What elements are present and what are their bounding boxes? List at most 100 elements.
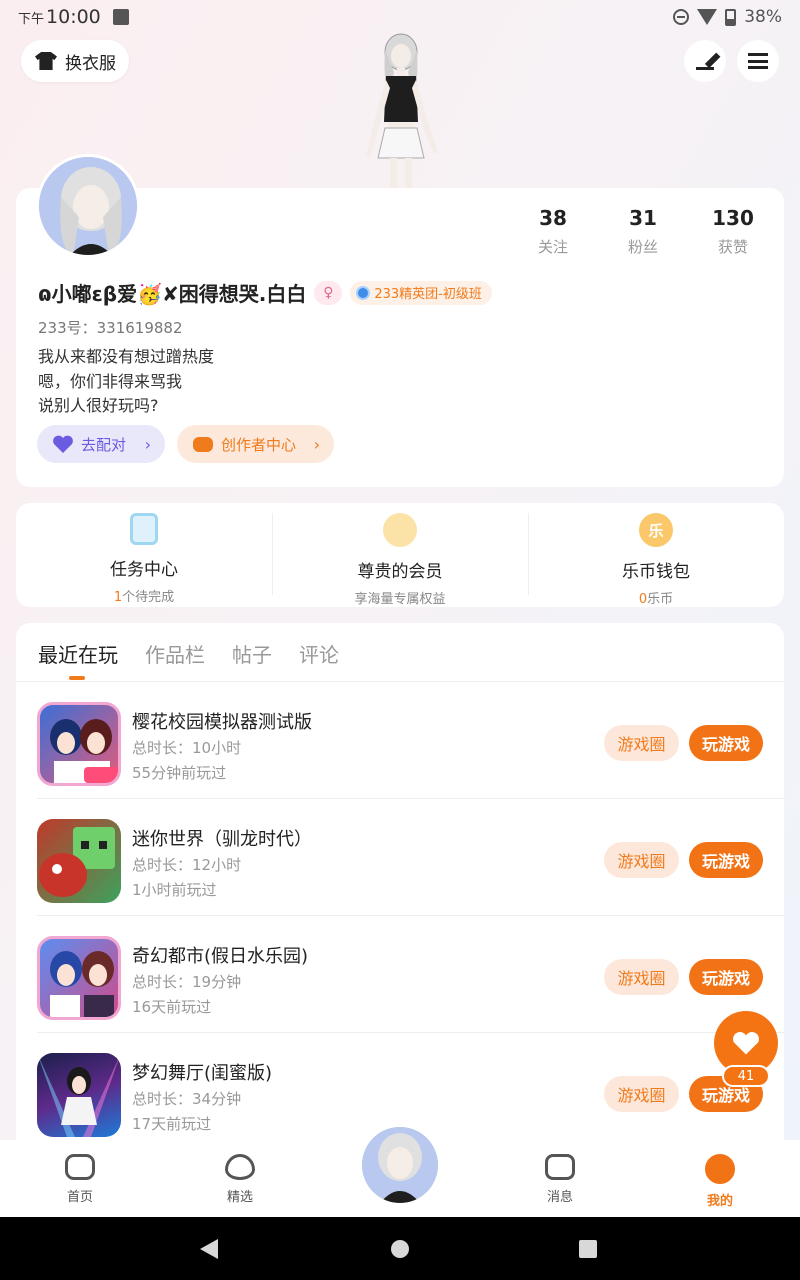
coin-wallet[interactable]: 乐 乐币钱包 0乐币 [528,503,784,607]
game-circle-button[interactable]: 游戏圈 [604,1076,679,1112]
nav-label: 精选 [226,1190,253,1205]
chevron-right-icon: › [313,434,320,454]
game-name: 樱花校园模拟器测试版 [132,712,312,733]
clipboard-icon [130,513,158,545]
game-circle-button[interactable]: 游戏圈 [604,725,679,761]
game-icon[interactable] [37,1053,121,1137]
message-icon [545,1154,575,1180]
nickname-row: ɷ小嘟ɛβ爱🥳✘困得想哭.白白 ♀ 233精英团-初级班 [38,278,492,307]
game-row[interactable]: 奇幻都市(假日水乐园) 总时长：19分钟 16天前玩过 游戏圈 玩游戏 [37,916,784,1033]
back-icon[interactable] [200,1239,218,1259]
edit-profile-button[interactable] [684,40,726,82]
creator-center-label: 创作者中心 [221,435,297,454]
bio: 我从来都没有想过蹭热度 嗯，你们非得来骂我 说别人很好玩吗? [38,345,214,419]
game-last-played: 16天前玩过 [132,998,212,1016]
status-ampm: 下午 [18,11,45,27]
game-last-played: 55分钟前玩过 [132,764,227,782]
change-outfit-label: 换衣服 [65,53,116,74]
nav-label: 消息 [546,1190,573,1205]
recent-apps-icon[interactable] [579,1240,597,1258]
game-playtime: 总时长：19分钟 [132,973,242,991]
play-game-button[interactable]: 玩游戏 [689,725,763,761]
heart-icon [53,435,73,453]
home-icon[interactable] [391,1240,409,1258]
group-badge[interactable]: 233精英团-初级班 [350,280,492,305]
games-card: 最近在玩 作品栏 帖子 评论 樱花校园模拟器测试版 总时长：10小时 55分钟前… [16,623,784,1163]
coin-count: 0 [638,592,648,607]
match-button[interactable]: 去配对 › [37,425,165,463]
game-row[interactable]: 樱花校园模拟器测试版 总时长：10小时 55分钟前玩过 游戏圈 玩游戏 [37,682,784,799]
bio-line: 嗯，你们非得来骂我 [38,371,183,391]
quick-title: 乐币钱包 [622,562,690,582]
coin-icon: 乐 [639,513,673,547]
game-icon[interactable] [37,702,121,786]
like-count-badge: 41 [722,1065,770,1087]
stat-num: 38 [539,206,567,230]
bio-line: 说别人很好玩吗? [38,396,159,415]
game-icon[interactable] [37,819,121,903]
status-time: 10:00 [46,6,101,28]
game-icon[interactable] [37,936,121,1020]
image-notification-icon [112,9,129,25]
gender-female-icon: ♀ [314,280,343,305]
gamepad-icon [193,436,213,452]
avatar-figure[interactable] [356,32,446,188]
play-game-button[interactable]: 玩游戏 [689,959,763,995]
quick-title: 尊贵的会员 [357,562,443,582]
stat-label: 关注 [537,238,568,256]
nickname: ɷ小嘟ɛβ爱🥳✘困得想哭.白白 [38,282,307,306]
tab-posts[interactable]: 帖子 [232,639,272,668]
tab-indicator [69,676,85,680]
stat-followers[interactable]: 31 粉丝 [598,206,688,257]
stat-likes[interactable]: 130 获赞 [688,206,778,257]
pencil-icon [696,52,714,70]
vip-membership[interactable]: 尊贵的会员 享海量专属权益 [272,503,528,607]
game-last-played: 1小时前玩过 [132,881,217,899]
game-row[interactable]: 迷你世界（驯龙时代） 总时长：12小时 1小时前玩过 游戏圈 玩游戏 [37,799,784,916]
nav-label: 首页 [66,1190,93,1205]
stat-label: 粉丝 [627,238,658,256]
gamepad-icon [65,1154,95,1180]
bio-line: 我从来都没有想过蹭热度 [38,347,215,366]
nav-avatar-button[interactable] [355,1120,445,1210]
avatar[interactable] [36,154,140,258]
nav-messages[interactable]: 消息 [480,1140,640,1217]
tab-comments[interactable]: 评论 [299,639,339,668]
chevron-right-icon: › [144,434,151,454]
heart-outline-icon [225,1154,255,1180]
stat-num: 130 [712,206,754,230]
nav-mine[interactable]: 我的 [640,1140,800,1217]
user-id: 233号：331619882 [38,319,183,337]
tab-works[interactable]: 作品栏 [145,639,205,668]
task-center[interactable]: 任务中心 1个待完成 [16,503,272,607]
game-name: 奇幻都市(假日水乐园) [132,946,309,967]
tab-bar: 最近在玩 作品栏 帖子 评论 [38,639,339,668]
stat-following[interactable]: 38 关注 [508,206,598,257]
tab-recent[interactable]: 最近在玩 [38,639,118,668]
menu-button[interactable] [737,40,779,82]
quick-sub-text: 个待完成 [122,590,175,605]
crown-icon [383,513,417,547]
change-outfit-button[interactable]: 换衣服 [21,40,129,82]
quick-subtitle: 0乐币 [639,588,673,607]
pending-count: 1 [113,590,123,605]
game-circle-button[interactable]: 游戏圈 [604,959,679,995]
game-playtime: 总时长：34分钟 [132,1090,242,1108]
nav-home[interactable]: 首页 [0,1140,160,1217]
game-playtime: 总时长：12小时 [132,856,242,874]
game-circle-button[interactable]: 游戏圈 [604,842,679,878]
system-navigation-bar [0,1217,800,1280]
match-label: 去配对 [81,435,127,454]
play-game-button[interactable]: 玩游戏 [689,842,763,878]
creator-center-button[interactable]: 创作者中心 › [177,425,334,463]
wifi-icon [697,9,718,25]
game-name: 迷你世界（驯龙时代） [132,829,312,850]
nav-label: 我的 [706,1194,733,1209]
badge-label: 233精英团-初级班 [374,287,482,302]
nav-featured[interactable]: 精选 [160,1140,320,1217]
quick-sub-text: 乐币 [647,592,674,607]
quick-subtitle: 享海量专属权益 [354,592,446,607]
game-name: 梦幻舞厅(闺蜜版) [132,1063,273,1084]
avatar [362,1127,438,1203]
face-icon [705,1154,735,1184]
